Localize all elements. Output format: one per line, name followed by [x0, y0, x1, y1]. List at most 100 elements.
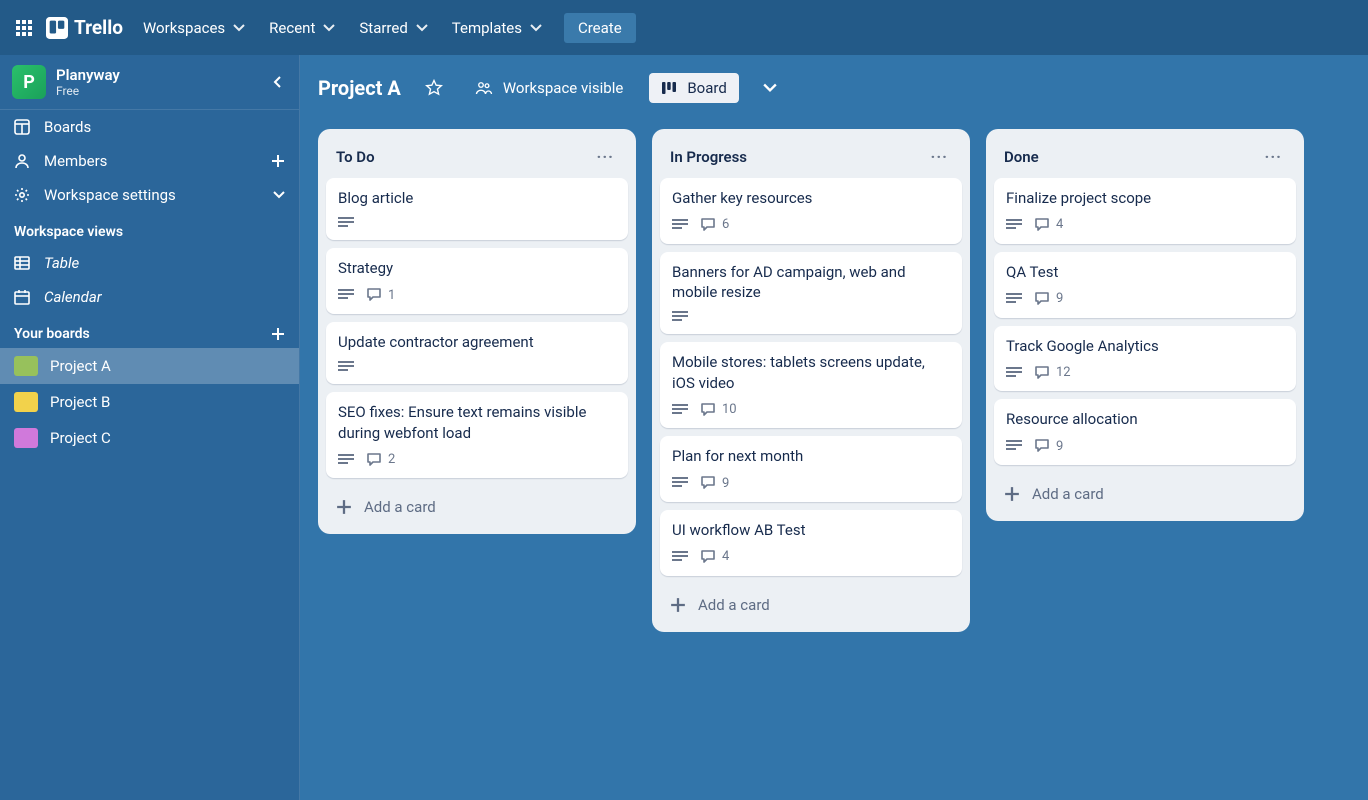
- add-card-button[interactable]: Add a card: [326, 490, 628, 524]
- card-badges: 1: [338, 287, 616, 305]
- description-icon: [672, 310, 688, 324]
- comments-badge: 9: [700, 475, 729, 493]
- card-title: Plan for next month: [672, 446, 950, 466]
- add-card-button[interactable]: Add a card: [994, 477, 1296, 511]
- star-button[interactable]: [419, 73, 449, 103]
- description-icon: [1006, 366, 1022, 380]
- description-icon: [338, 288, 354, 302]
- add-card-label: Add a card: [698, 596, 770, 614]
- table-icon: [14, 255, 30, 271]
- list-menu-button[interactable]: ···: [593, 145, 618, 168]
- board-entry-label: Project A: [50, 357, 111, 375]
- plus-icon[interactable]: [271, 327, 285, 341]
- board-view-button[interactable]: Board: [649, 73, 738, 103]
- card[interactable]: Resource allocation9: [994, 399, 1296, 465]
- card[interactable]: Blog article: [326, 178, 628, 240]
- trello-logo[interactable]: Trello: [46, 16, 123, 39]
- board-canvas[interactable]: To Do ··· Blog article Strategy1 Update co…: [300, 121, 1368, 800]
- board-title[interactable]: Project A: [318, 76, 401, 100]
- comments-badge: 9: [1034, 438, 1063, 456]
- card-badges: 9: [1006, 438, 1284, 456]
- sidebar-view-calendar[interactable]: Calendar: [0, 280, 299, 314]
- apps-icon[interactable]: [8, 12, 40, 44]
- list-menu-button[interactable]: ···: [927, 145, 952, 168]
- description-icon: [1006, 439, 1022, 453]
- collapse-sidebar-button[interactable]: [267, 69, 289, 95]
- card[interactable]: Mobile stores: tablets screens update, i…: [660, 342, 962, 428]
- card[interactable]: Update contractor agreement: [326, 322, 628, 384]
- nav-recent-label: Recent: [269, 19, 315, 37]
- card[interactable]: Strategy1: [326, 248, 628, 314]
- list-title[interactable]: In Progress: [670, 148, 747, 166]
- workspace-header[interactable]: P Planyway Free: [0, 55, 299, 110]
- card[interactable]: UI workflow AB Test 4: [660, 510, 962, 576]
- card[interactable]: QA Test9: [994, 252, 1296, 318]
- sidebar-item-label: Members: [44, 152, 107, 170]
- chevron-down-icon: [323, 24, 335, 32]
- card-title: Mobile stores: tablets screens update, i…: [672, 352, 950, 393]
- board-swatch: [14, 428, 38, 448]
- add-card-label: Add a card: [364, 498, 436, 516]
- comments-badge: 4: [700, 548, 729, 566]
- card-badges: 6: [672, 216, 950, 234]
- card[interactable]: Track Google Analytics12: [994, 326, 1296, 392]
- board-swatch: [14, 356, 38, 376]
- board-view-icon: [661, 80, 677, 96]
- board-swatch: [14, 392, 38, 412]
- plus-icon[interactable]: [271, 154, 285, 168]
- sidebar-item-members[interactable]: Members: [0, 144, 299, 178]
- sidebar-board-entry[interactable]: Project B: [0, 384, 299, 420]
- card-badges: 9: [672, 475, 950, 493]
- nav-starred-label: Starred: [359, 19, 407, 37]
- nav-workspaces[interactable]: Workspaces: [133, 13, 255, 43]
- sidebar-item-settings[interactable]: Workspace settings: [0, 178, 299, 212]
- card-badges: [338, 216, 616, 230]
- list-header: In Progress ···: [660, 139, 962, 170]
- card-badges: [672, 310, 950, 324]
- sidebar-view-label: Table: [44, 254, 79, 272]
- comments-badge: 2: [366, 451, 395, 469]
- card[interactable]: Gather key resources6: [660, 178, 962, 244]
- sidebar-board-entry[interactable]: Project C: [0, 420, 299, 456]
- create-button-label: Create: [578, 19, 622, 37]
- sidebar-item-label: Workspace settings: [44, 186, 176, 204]
- card[interactable]: SEO fixes: Ensure text remains visible d…: [326, 392, 628, 478]
- card-title: Finalize project scope: [1006, 188, 1284, 208]
- comments-badge: 12: [1034, 364, 1071, 382]
- person-icon: [14, 153, 30, 169]
- description-icon: [672, 218, 688, 232]
- list-header: To Do ···: [326, 139, 628, 170]
- create-button[interactable]: Create: [564, 13, 636, 43]
- list-title[interactable]: To Do: [336, 148, 375, 166]
- plus-icon: [1004, 486, 1020, 502]
- card[interactable]: Plan for next month 9: [660, 436, 962, 502]
- comments-badge: 9: [1034, 290, 1063, 308]
- card[interactable]: Finalize project scope4: [994, 178, 1296, 244]
- brand-label: Trello: [74, 16, 123, 39]
- card-title: UI workflow AB Test: [672, 520, 950, 540]
- workspace-logo: P: [12, 65, 46, 99]
- description-icon: [672, 403, 688, 417]
- nav-starred[interactable]: Starred: [349, 13, 437, 43]
- card-title: SEO fixes: Ensure text remains visible d…: [338, 402, 616, 443]
- sidebar-board-entry[interactable]: Project A: [0, 348, 299, 384]
- nav-workspaces-label: Workspaces: [143, 19, 225, 37]
- chevron-down-icon: [273, 191, 285, 199]
- nav-templates[interactable]: Templates: [442, 13, 552, 43]
- description-icon: [1006, 292, 1022, 306]
- board-content: Project A Workspace visible Board To Do …: [300, 55, 1368, 800]
- card-badges: 12: [1006, 364, 1284, 382]
- workspace-visibility-label: Workspace visible: [503, 79, 624, 97]
- board-view-dropdown[interactable]: [757, 77, 783, 99]
- sidebar-view-table[interactable]: Table: [0, 246, 299, 280]
- sidebar-item-boards[interactable]: Boards: [0, 110, 299, 144]
- list: To Do ··· Blog article Strategy1 Update co…: [318, 129, 636, 534]
- nav-recent[interactable]: Recent: [259, 13, 345, 43]
- card[interactable]: Banners for AD campaign, web and mobile …: [660, 252, 962, 335]
- card-badges: 10: [672, 401, 950, 419]
- workspace-visibility[interactable]: Workspace visible: [467, 73, 632, 103]
- list-title[interactable]: Done: [1004, 148, 1039, 166]
- add-card-button[interactable]: Add a card: [660, 588, 962, 622]
- sidebar: P Planyway Free Boards Members Workspace…: [0, 55, 300, 800]
- list-menu-button[interactable]: ···: [1261, 145, 1286, 168]
